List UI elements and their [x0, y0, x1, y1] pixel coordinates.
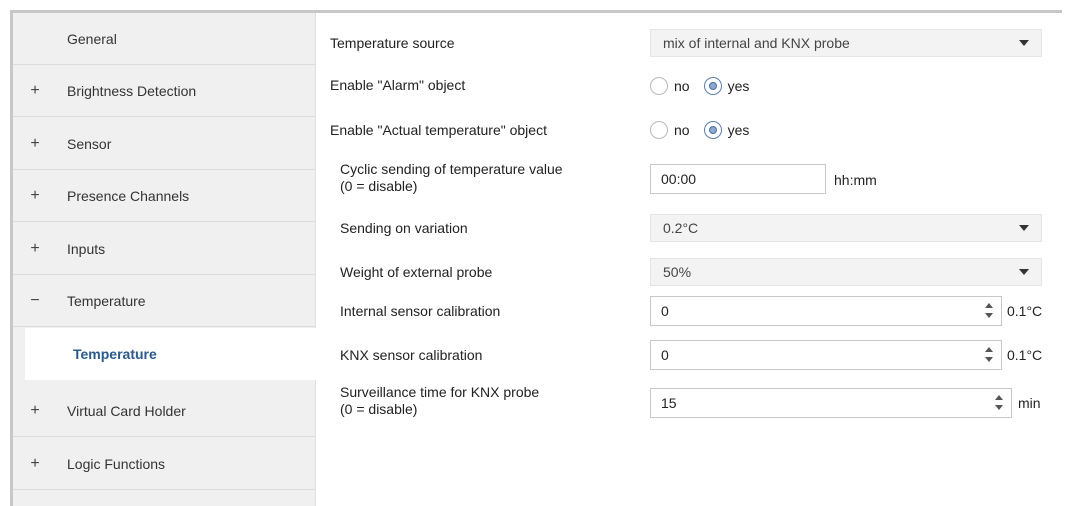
- spin-arrows-icon[interactable]: [985, 301, 993, 321]
- cyclic-sending-unit: hh:mm: [834, 172, 877, 188]
- parameter-panel: Temperature source mix of internal and K…: [316, 13, 1072, 506]
- cyclic-sending-label-line1: Cyclic sending of temperature value: [340, 161, 563, 177]
- sending-on-variation-label: Sending on variation: [340, 220, 468, 236]
- sidebar-item-presence-channels[interactable]: + Presence Channels: [13, 170, 315, 222]
- sidebar-item-temperature-group[interactable]: − Temperature: [13, 275, 315, 327]
- knx-calibration-unit: 0.1°C: [1007, 347, 1043, 363]
- sidebar-item-sensor[interactable]: + Sensor: [13, 118, 315, 170]
- actual-temperature-yes-radio[interactable]: [703, 121, 722, 139]
- sidebar-item-virtual-card-holder[interactable]: + Virtual Card Holder: [13, 385, 315, 437]
- knx-calibration-spinbox[interactable]: 0: [650, 340, 1002, 370]
- temperature-source-value: mix of internal and KNX probe: [663, 35, 850, 51]
- expand-plus-icon[interactable]: +: [27, 82, 43, 100]
- sidebar-item-label: Temperature: [73, 346, 157, 362]
- alarm-yes-label: yes: [727, 78, 750, 94]
- internal-calibration-spinbox[interactable]: 0: [650, 296, 1002, 326]
- weight-external-probe-select[interactable]: 50%: [650, 258, 1042, 286]
- sidebar-item-label: Temperature: [67, 292, 146, 309]
- sidebar-item-label: Logic Functions: [67, 455, 166, 472]
- knx-calibration-value: 0: [661, 347, 669, 363]
- sidebar-item-temperature[interactable]: Temperature: [25, 328, 316, 380]
- internal-calibration-unit: 0.1°C: [1007, 303, 1043, 319]
- cyclic-sending-label-line2: (0 = disable): [340, 178, 418, 194]
- sending-on-variation-value: 0.2°C: [663, 220, 699, 236]
- surveillance-time-label: Surveillance time for KNX probe (0 = dis…: [340, 384, 539, 418]
- sidebar-item-general[interactable]: General: [13, 13, 315, 65]
- cyclic-sending-label: Cyclic sending of temperature value (0 =…: [340, 161, 563, 195]
- alarm-no-label: no: [674, 78, 690, 94]
- weight-external-probe-value: 50%: [663, 264, 692, 280]
- sending-on-variation-select[interactable]: 0.2°C: [650, 214, 1042, 242]
- collapse-minus-icon[interactable]: −: [27, 292, 43, 310]
- internal-calibration-label: Internal sensor calibration: [340, 303, 501, 319]
- expand-plus-icon[interactable]: +: [27, 455, 43, 473]
- temperature-source-select[interactable]: mix of internal and KNX probe: [650, 29, 1042, 57]
- sidebar-item-label: Sensor: [67, 135, 112, 152]
- actual-temperature-object-label: Enable "Actual temperature" object: [330, 122, 547, 138]
- chevron-down-icon: [1019, 269, 1029, 275]
- alarm-object-radio-group: no yes: [650, 74, 763, 98]
- sidebar-item-logic-functions[interactable]: + Logic Functions: [13, 438, 315, 490]
- sidebar-item-label: Virtual Card Holder: [67, 402, 186, 419]
- actual-temperature-no-radio[interactable]: [650, 121, 668, 139]
- sidebar-item-label: General: [67, 30, 117, 47]
- weight-external-probe-label: Weight of external probe: [340, 264, 493, 280]
- sidebar-item-brightness-detection[interactable]: + Brightness Detection: [13, 65, 315, 117]
- actual-temperature-no-label: no: [674, 122, 690, 138]
- spin-arrows-icon[interactable]: [995, 393, 1003, 413]
- chevron-down-icon: [1019, 225, 1029, 231]
- knx-calibration-label: KNX sensor calibration: [340, 347, 483, 363]
- alarm-yes-radio[interactable]: [703, 77, 722, 95]
- alarm-object-label: Enable "Alarm" object: [330, 77, 466, 93]
- sidebar-item-label: Presence Channels: [67, 187, 190, 204]
- chevron-down-icon: [1019, 40, 1029, 46]
- surveillance-time-value: 15: [661, 395, 677, 411]
- expand-plus-icon[interactable]: +: [27, 187, 43, 205]
- surveillance-time-spinbox[interactable]: 15: [650, 388, 1012, 418]
- surveillance-time-label-line1: Surveillance time for KNX probe: [340, 384, 540, 400]
- sidebar-item-label: Inputs: [67, 240, 106, 257]
- actual-temperature-yes-label: yes: [727, 122, 750, 138]
- sidebar-item-inputs[interactable]: + Inputs: [13, 223, 315, 275]
- sidebar: General + Brightness Detection + Sensor …: [13, 13, 316, 506]
- cyclic-sending-value: 00:00: [661, 171, 697, 187]
- expand-plus-icon[interactable]: +: [27, 135, 43, 153]
- surveillance-time-label-line2: (0 = disable): [340, 401, 418, 417]
- actual-temperature-radio-group: no yes: [650, 118, 763, 142]
- internal-calibration-value: 0: [661, 303, 669, 319]
- expand-plus-icon[interactable]: +: [27, 240, 43, 258]
- expand-plus-icon[interactable]: +: [27, 402, 43, 420]
- spin-arrows-icon[interactable]: [985, 345, 993, 365]
- surveillance-time-unit: min: [1018, 395, 1041, 411]
- sidebar-item-label: Brightness Detection: [67, 82, 197, 99]
- alarm-no-radio[interactable]: [650, 77, 668, 95]
- temperature-source-label: Temperature source: [330, 35, 455, 51]
- cyclic-sending-input[interactable]: 00:00: [650, 164, 826, 194]
